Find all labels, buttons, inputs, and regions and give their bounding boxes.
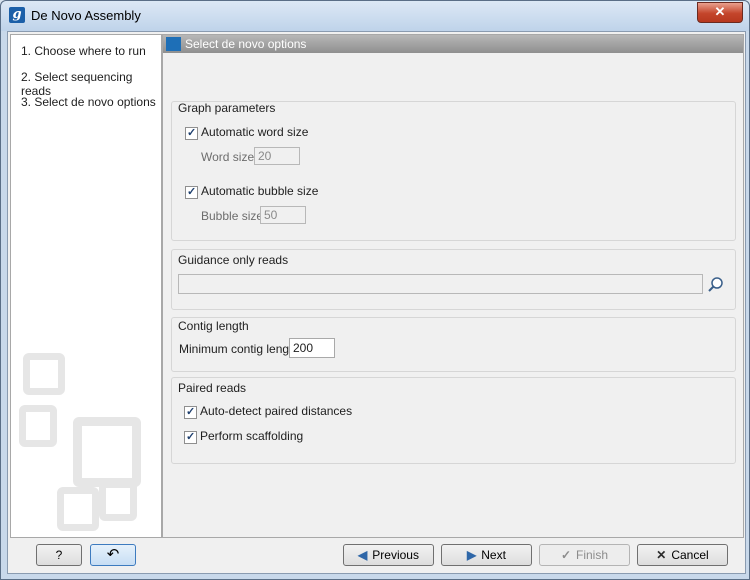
dialog-window: g De Novo Assembly ✕ 1. Choose where to …	[0, 0, 750, 580]
automatic-bubble-size-checkbox[interactable]: ✓	[185, 186, 198, 199]
browse-search-icon[interactable]	[707, 276, 725, 293]
minimum-contig-length-label: Minimum contig length	[179, 342, 300, 356]
contig-length-group: Contig length Minimum contig length 200	[171, 317, 736, 372]
window-title: De Novo Assembly	[31, 8, 141, 23]
checkmark-icon: ✓	[186, 431, 196, 443]
minimum-contig-length-field[interactable]: 200	[289, 338, 335, 358]
finish-button[interactable]: ✓ Finish	[539, 544, 630, 566]
options-panel: Select de novo options Graph parameters …	[162, 34, 744, 538]
checkmark-icon: ✓	[560, 548, 572, 562]
automatic-bubble-size-label: Automatic bubble size	[201, 184, 319, 198]
previous-button[interactable]: ◀ Previous	[343, 544, 434, 566]
word-size-label: Word size	[201, 150, 255, 164]
perform-scaffolding-label: Perform scaffolding	[200, 429, 304, 443]
cancel-button[interactable]: ✕ Cancel	[637, 544, 728, 566]
paired-reads-title: Paired reads	[178, 381, 247, 395]
close-button[interactable]: ✕	[697, 2, 743, 23]
paired-reads-group: Paired reads ✓ Auto-detect paired distan…	[171, 377, 736, 464]
arrow-left-icon: ◀	[358, 548, 368, 562]
cancel-label: Cancel	[671, 548, 709, 562]
wizard-steps-panel: 1. Choose where to run 2. Select sequenc…	[10, 34, 162, 538]
panel-header-title: Select de novo options	[185, 37, 307, 51]
automatic-word-size-checkbox[interactable]: ✓	[185, 127, 198, 140]
header-accent-icon	[166, 37, 181, 51]
contig-length-title: Contig length	[178, 319, 249, 333]
reset-arrow-icon: ↶	[106, 546, 120, 563]
watermark-square-icon	[99, 481, 137, 521]
next-button[interactable]: ▶ Next	[441, 544, 532, 566]
guidance-only-reads-title: Guidance only reads	[178, 253, 289, 267]
graph-parameters-group: Graph parameters ✓ Automatic word size W…	[171, 101, 736, 241]
automatic-word-size-label: Automatic word size	[201, 125, 309, 139]
guidance-reads-field[interactable]	[178, 274, 703, 294]
dialog-body: 1. Choose where to run 2. Select sequenc…	[7, 31, 746, 574]
auto-detect-paired-distances-label: Auto-detect paired distances	[200, 404, 353, 418]
app-logo-icon: g	[9, 7, 25, 23]
finish-label: Finish	[576, 548, 609, 562]
arrow-right-icon: ▶	[467, 548, 477, 562]
next-label: Next	[481, 548, 506, 562]
help-button[interactable]: ?	[36, 544, 82, 566]
watermark-square-icon	[73, 417, 141, 487]
cancel-x-icon: ✕	[656, 548, 667, 562]
graph-parameters-title: Graph parameters	[178, 101, 276, 115]
title-bar[interactable]: g De Novo Assembly ✕	[1, 1, 749, 31]
watermark-square-icon	[19, 405, 57, 447]
checkmark-icon: ✓	[186, 406, 196, 418]
guidance-only-reads-group: Guidance only reads	[171, 249, 736, 310]
checkmark-icon: ✓	[187, 127, 197, 139]
step-select-sequencing-reads[interactable]: 2. Select sequencing reads	[21, 70, 161, 98]
perform-scaffolding-checkbox[interactable]: ✓	[184, 431, 197, 444]
bubble-size-field[interactable]: 50	[260, 206, 306, 224]
previous-label: Previous	[372, 548, 419, 562]
checkmark-icon: ✓	[187, 186, 197, 198]
watermark-square-icon	[57, 487, 99, 531]
auto-detect-paired-distances-checkbox[interactable]: ✓	[184, 406, 197, 419]
reset-button[interactable]: ↶	[90, 544, 136, 566]
bubble-size-label: Bubble size	[201, 209, 264, 223]
step-select-de-novo-options[interactable]: 3. Select de novo options	[21, 95, 156, 109]
panel-header: Select de novo options	[163, 35, 743, 53]
watermark-square-icon	[23, 353, 65, 395]
word-size-field[interactable]: 20	[254, 147, 300, 165]
step-choose-where-to-run[interactable]: 1. Choose where to run	[21, 44, 146, 58]
